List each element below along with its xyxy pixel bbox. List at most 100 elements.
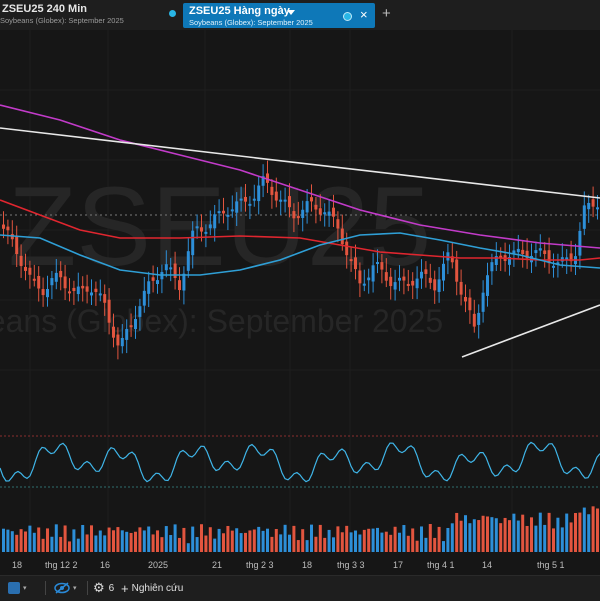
add-study-button[interactable]: + Nghiên cứu (121, 579, 183, 597)
volume-bar (494, 518, 498, 552)
volume-bar (358, 534, 362, 552)
add-study-label: Nghiên cứu (131, 582, 184, 594)
candle-body (169, 267, 173, 270)
volume-bar (200, 524, 203, 552)
volume-bar (32, 532, 36, 552)
volume-bar (288, 534, 291, 552)
chart-canvas[interactable]: ZSEU25 beans (Globex): September 2025 18… (0, 30, 600, 575)
volume-bar (574, 513, 577, 552)
chevron-down-icon[interactable] (287, 10, 295, 15)
x-label: thg 4 1 (427, 560, 455, 570)
volume-bar (76, 538, 80, 552)
candle-body (103, 294, 107, 303)
candle-body (384, 272, 388, 281)
volume-bar (468, 523, 472, 552)
candle-body (85, 286, 89, 292)
candle-body (314, 204, 318, 210)
candle-body (587, 202, 591, 210)
candle-body (230, 209, 234, 212)
indicators-settings-button[interactable]: ⚙ 6 (93, 579, 114, 597)
candle-body (213, 214, 217, 229)
volume-bar (68, 541, 71, 552)
x-label: 21 (212, 560, 222, 570)
volume-bar (508, 520, 511, 552)
volume-bar (283, 524, 287, 552)
hide-drawings-button[interactable]: ▾ (54, 579, 77, 597)
volume-bar (481, 515, 485, 552)
eye-hide-icon (54, 582, 70, 594)
candle-body (433, 279, 437, 291)
candle-body (318, 208, 322, 215)
volume-bar (50, 536, 54, 552)
close-icon[interactable]: × (360, 7, 368, 22)
volume-bar (560, 527, 564, 552)
volume-bar (402, 525, 406, 552)
candle-body (371, 265, 375, 282)
volume-bar (437, 526, 441, 552)
candle-body (24, 266, 27, 271)
candle-body (252, 198, 256, 201)
candle-body (323, 212, 327, 215)
volume-bar (230, 530, 234, 552)
new-tab-button[interactable]: + (382, 5, 391, 22)
candle-body (120, 337, 124, 347)
candle-body (50, 278, 54, 286)
volume-bar (178, 537, 181, 552)
volume-bar (389, 534, 393, 552)
toolbar-divider (87, 581, 88, 595)
volume-bar (310, 524, 313, 552)
volume-bar (81, 524, 85, 552)
candle-body (134, 318, 137, 330)
volume-bar (323, 537, 327, 552)
volume-bar (582, 507, 586, 552)
candle-body (283, 199, 287, 202)
volume-bar (266, 528, 269, 552)
volume-bar (134, 531, 137, 552)
candle-body (195, 226, 199, 229)
volume-bar (486, 516, 489, 552)
tab-zseu25-daily[interactable]: ZSEU25 Hàng ngày Soybeans (Globex): Sept… (183, 3, 375, 28)
volume-bar (327, 529, 331, 552)
volume-bar (279, 534, 283, 552)
candle-body (552, 265, 555, 268)
cursor-tool-button[interactable]: ▾ (8, 579, 27, 597)
volume-bar (244, 532, 247, 552)
volume-bar (503, 517, 507, 552)
candle-body (428, 277, 432, 283)
candle-body (41, 289, 45, 296)
tab-title: ZSEU25 240 Min (2, 3, 87, 15)
candle-body (217, 211, 221, 214)
status-dot-icon (343, 12, 352, 21)
candle-body (239, 198, 243, 201)
volume-bar (336, 526, 340, 552)
volume-bar (393, 526, 397, 552)
candle-body (28, 267, 32, 275)
candle-body (59, 270, 63, 278)
volume-bar (156, 530, 159, 552)
candle-body (19, 255, 23, 267)
candle-body (305, 201, 309, 213)
candle-body (257, 185, 261, 202)
candle-body (270, 186, 274, 195)
volume-bar (556, 517, 560, 552)
tab-zseu25-240min[interactable]: ZSEU25 240 Min Soybeans (Globex): Septem… (0, 0, 178, 30)
candle-body (292, 211, 296, 219)
volume-bar (103, 535, 107, 552)
volume-bar (340, 532, 344, 552)
tab-title-active: ZSEU25 Hàng ngày (189, 5, 290, 17)
candle-body (424, 269, 428, 274)
volume-bar (446, 527, 450, 552)
volume-bar (428, 524, 432, 552)
indicator-count: 6 (108, 582, 115, 594)
candle-body (349, 259, 353, 262)
candle-body (81, 285, 85, 289)
status-dot-icon (169, 10, 176, 17)
volume-bar (499, 523, 503, 552)
candle-body (15, 235, 19, 255)
candle-body (468, 297, 472, 311)
volume-bar (376, 527, 379, 552)
candle-body (248, 203, 252, 206)
candle-body (125, 328, 129, 340)
bottom-toolbar: ▾ ▾ ⚙ 6 + Nghiên cứu (0, 575, 600, 601)
candle-body (481, 292, 485, 312)
